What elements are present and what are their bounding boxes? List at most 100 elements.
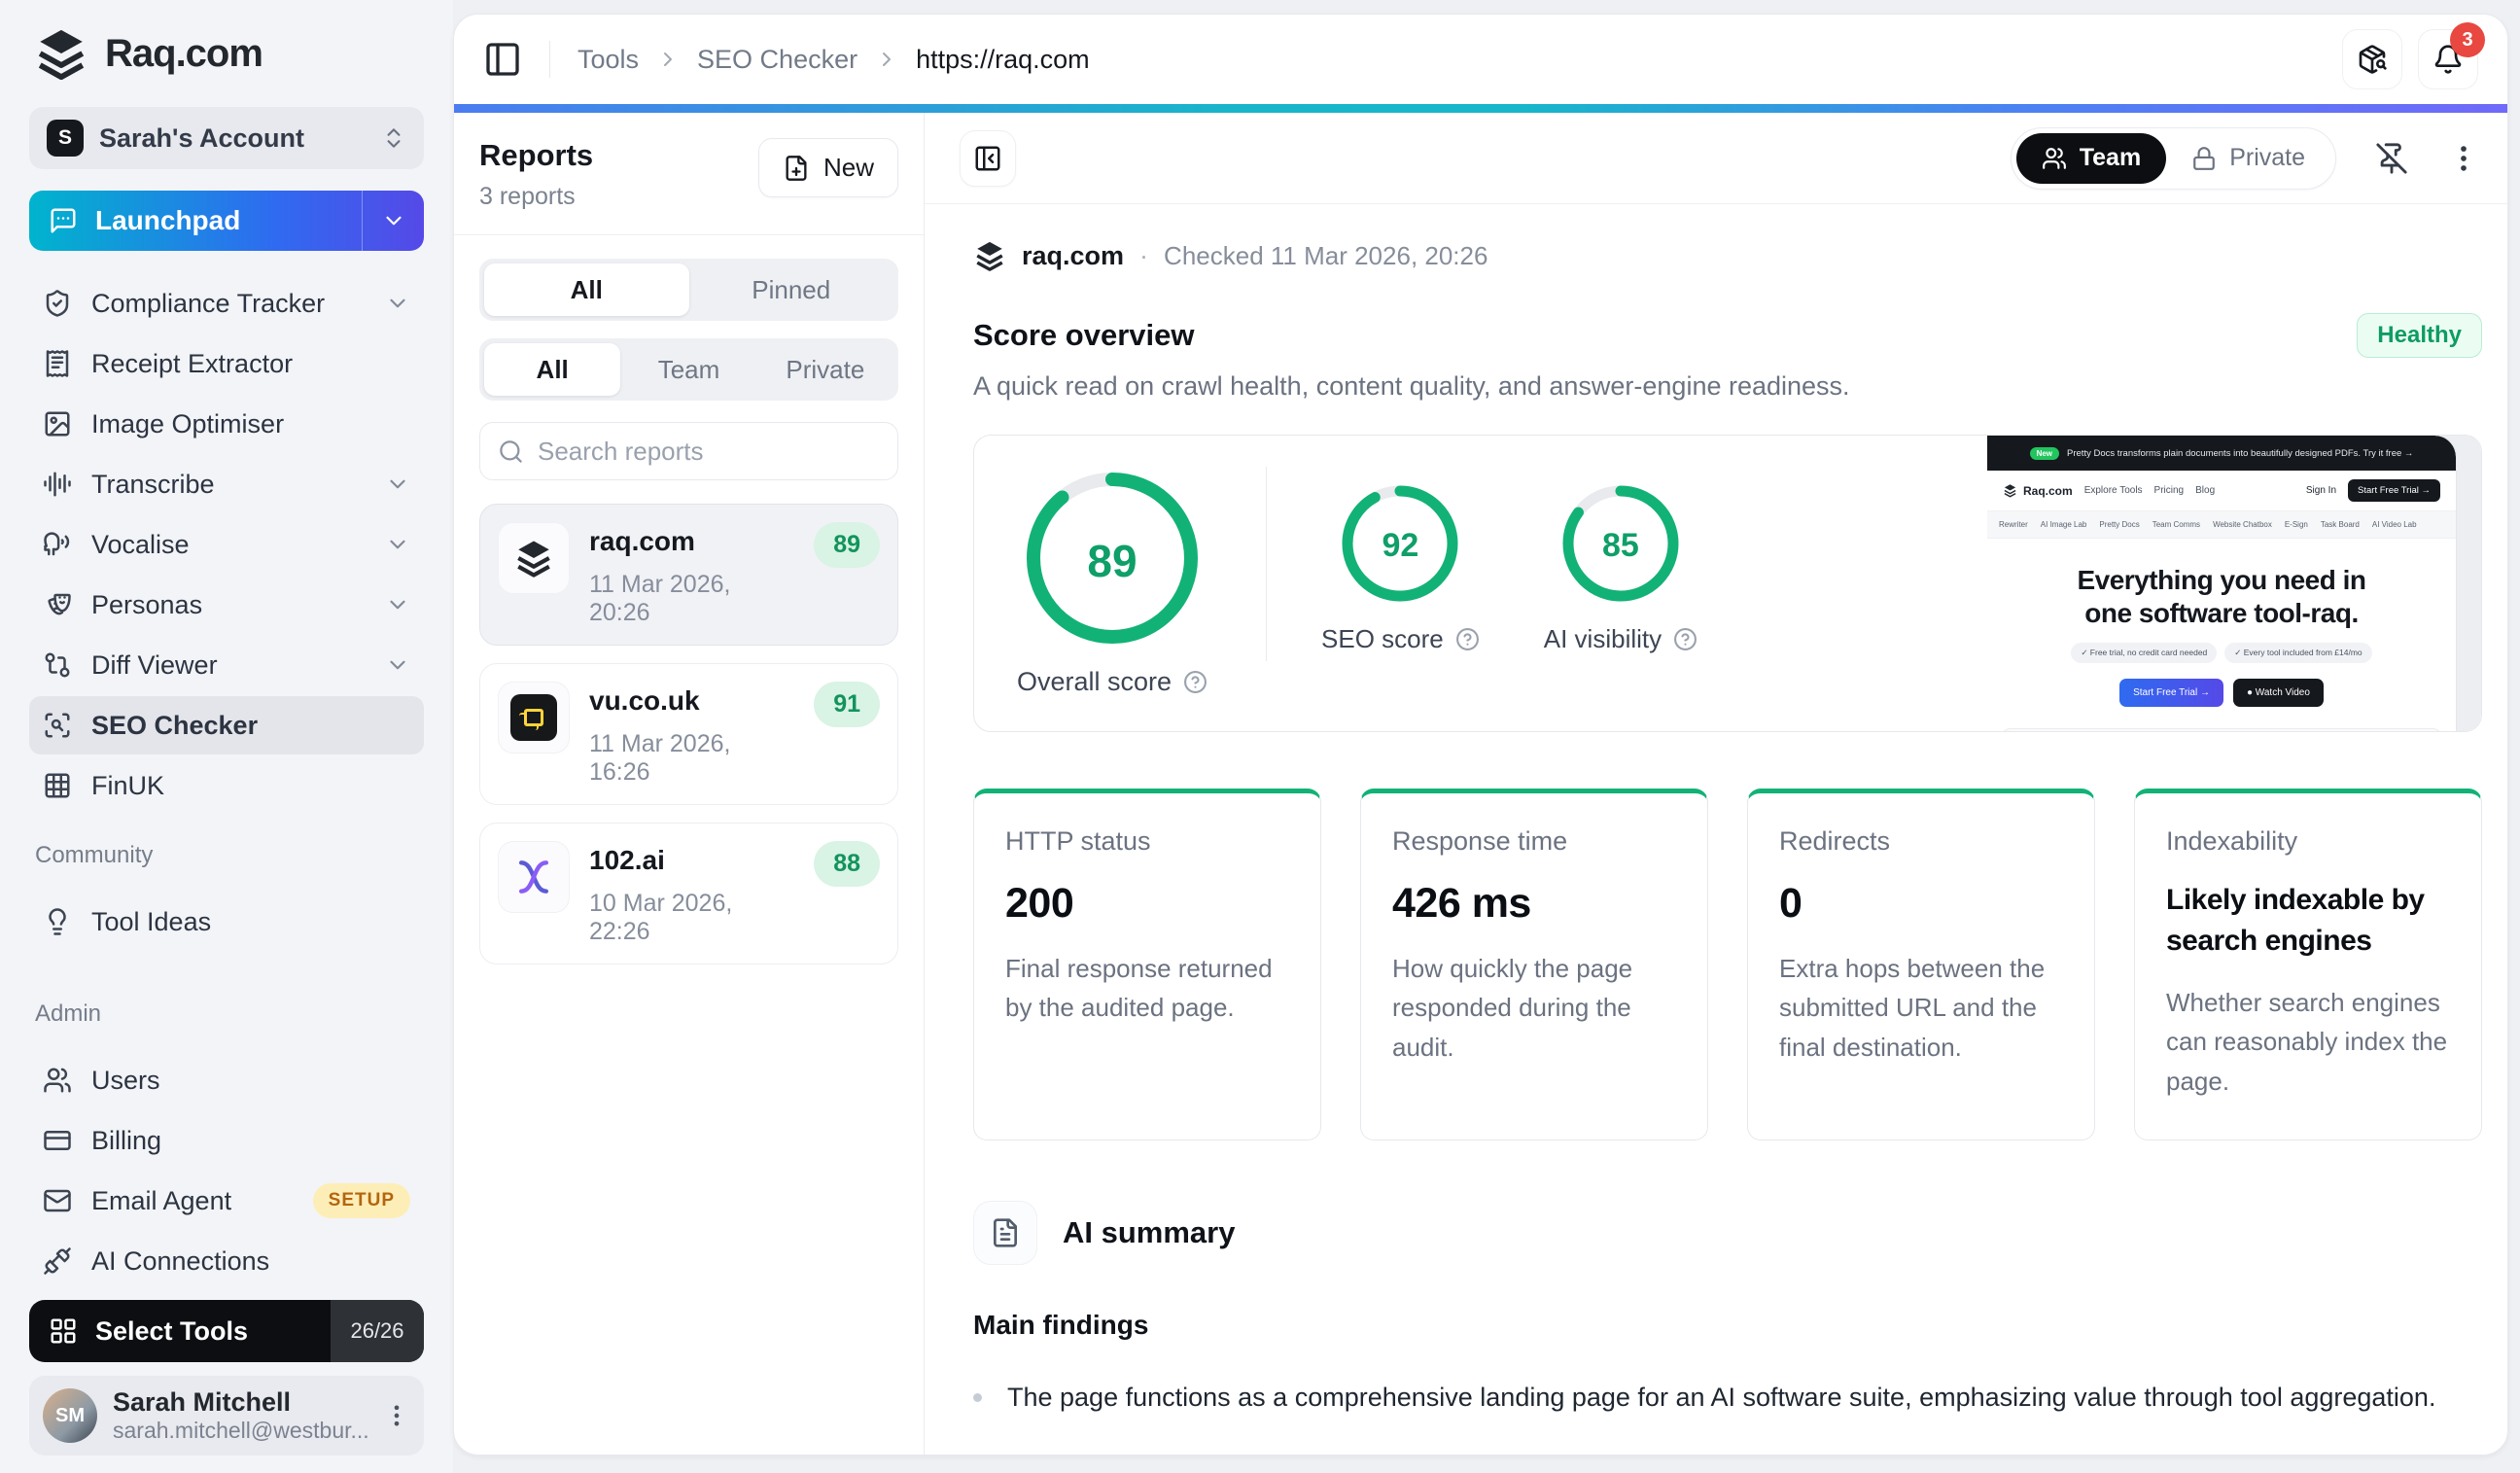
credit-card-icon xyxy=(43,1126,72,1155)
tab-scope-private[interactable]: Private xyxy=(757,343,893,396)
brand: Raq.com xyxy=(29,25,424,82)
launchpad-caret-button[interactable] xyxy=(362,191,424,251)
launchpad-button[interactable]: Launchpad xyxy=(29,191,424,251)
package-search-icon xyxy=(2357,44,2388,75)
tab-scope-all[interactable]: All xyxy=(484,343,620,396)
account-switcher[interactable]: S Sarah's Account xyxy=(29,107,424,169)
status-badge: Healthy xyxy=(2357,313,2482,358)
sidebar-item-tool-ideas[interactable]: Tool Ideas xyxy=(29,893,424,951)
visibility-private-button[interactable]: Private xyxy=(2166,133,2330,184)
sidebar: Raq.com S Sarah's Account Launchpad Comp… xyxy=(0,0,453,1473)
user-card[interactable]: SM Sarah Mitchell sarah.mitchell@westbur… xyxy=(29,1376,424,1455)
tab-scope-team[interactable]: Team xyxy=(620,343,756,396)
thumbnail-nav: Raq.com Explore Tools Pricing Blog Sign … xyxy=(1987,471,2456,511)
sidebar-toggle-icon[interactable] xyxy=(483,40,522,79)
unplug-icon xyxy=(43,1246,72,1276)
sidebar-item-transcribe[interactable]: Transcribe xyxy=(29,455,424,513)
thumb-signin: Sign In xyxy=(2306,485,2336,496)
report-score-badge: 88 xyxy=(814,841,880,887)
finding-item: The page functions as a comprehensive la… xyxy=(973,1380,2482,1417)
sidebar-item-billing[interactable]: Billing xyxy=(29,1111,424,1170)
grid-table-icon xyxy=(43,771,72,800)
report-scroll-area[interactable]: raq.com · Checked 11 Mar 2026, 20:26 Sco… xyxy=(925,204,2507,1455)
sidebar-item-compliance-tracker[interactable]: Compliance Tracker xyxy=(29,274,424,333)
audio-lines-icon xyxy=(43,470,72,499)
overall-score-value: 89 xyxy=(1024,470,1201,651)
seo-score-ring: 92 SEO score xyxy=(1321,483,1480,654)
score-card: 89 Overall score xyxy=(973,435,2482,732)
breadcrumb-seo-checker[interactable]: SEO Checker xyxy=(697,45,858,75)
thumbnail-hero: Everything you need in one software tool… xyxy=(1987,564,2456,629)
thumbnail-brand: Raq.com xyxy=(2003,483,2073,498)
102ai-logo-icon xyxy=(512,856,555,898)
site-screenshot-thumbnail: New Pretty Docs transforms plain documen… xyxy=(1987,436,2481,731)
main-findings-heading: Main findings xyxy=(973,1310,2482,1341)
more-vertical-icon[interactable] xyxy=(383,1402,410,1429)
select-tools-count: 26/26 xyxy=(331,1300,424,1362)
site-row: raq.com · Checked 11 Mar 2026, 20:26 xyxy=(973,239,2482,272)
help-circle-icon[interactable] xyxy=(1673,627,1698,651)
thumbnail-banner: New Pretty Docs transforms plain documen… xyxy=(1987,436,2456,471)
git-compare-icon xyxy=(43,650,72,680)
sidebar-admin-nav: Users Billing Email Agent SETUP AI Conne… xyxy=(29,1051,424,1290)
sidebar-item-users[interactable]: Users xyxy=(29,1051,424,1109)
seo-score-label: SEO score xyxy=(1321,624,1480,654)
search-reports-input[interactable] xyxy=(538,437,880,467)
sidebar-community-nav: Tool Ideas xyxy=(29,893,424,951)
tab-pinned[interactable]: Pinned xyxy=(689,263,894,316)
sidebar-item-email-agent[interactable]: Email Agent SETUP xyxy=(29,1172,424,1230)
new-report-button[interactable]: New xyxy=(758,138,898,197)
tab-all[interactable]: All xyxy=(484,263,689,316)
sidebar-tools-nav: Compliance Tracker Receipt Extractor Ima… xyxy=(29,274,424,815)
more-vertical-icon[interactable] xyxy=(2447,142,2480,175)
thumbnail-buttons: Start Free Trial → ● Watch Video xyxy=(1987,679,2456,707)
select-tools-button[interactable]: Select Tools 26/26 xyxy=(29,1300,424,1362)
report-item-102ai[interactable]: 102.ai 10 Mar 2026, 22:26 88 xyxy=(479,823,898,964)
help-circle-icon[interactable] xyxy=(1455,627,1480,651)
file-text-icon xyxy=(990,1217,1021,1248)
thumbnail-pills: ✓ Free trial, no credit card needed ✓ Ev… xyxy=(1987,643,2456,663)
overall-score-label: Overall score xyxy=(1017,667,1208,697)
report-meta: raq.com 11 Mar 2026, 20:26 xyxy=(589,522,794,627)
sidebar-item-diff-viewer[interactable]: Diff Viewer xyxy=(29,636,424,694)
report-item-raq[interactable]: raq.com 11 Mar 2026, 20:26 89 xyxy=(479,504,898,646)
score-overview-header: Score overview Healthy xyxy=(973,313,2482,358)
report-score-badge: 89 xyxy=(814,522,880,568)
progress-gradient-bar xyxy=(454,104,2507,113)
pin-off-icon[interactable] xyxy=(2375,142,2408,175)
thumb-nav-link: Pricing xyxy=(2154,485,2185,496)
tabs-scope: All Team Private xyxy=(479,338,898,401)
user-name: Sarah Mitchell xyxy=(113,1387,368,1418)
sidebar-item-personas[interactable]: Personas xyxy=(29,576,424,634)
sidebar-item-vocalise[interactable]: Vocalise xyxy=(29,515,424,574)
users-icon xyxy=(2042,146,2067,171)
ai-visibility-value: 85 xyxy=(1560,483,1681,609)
sidebar-item-finuk[interactable]: FinUK xyxy=(29,756,424,815)
notifications-button[interactable]: 3 xyxy=(2418,29,2478,89)
stat-card-http-status: HTTP status 200 Final response returned … xyxy=(973,789,1321,1140)
help-circle-icon[interactable] xyxy=(1183,670,1208,694)
score-overview-title: Score overview xyxy=(973,318,1194,353)
sidebar-item-image-optimiser[interactable]: Image Optimiser xyxy=(29,395,424,453)
stat-card-redirects: Redirects 0 Extra hops between the submi… xyxy=(1747,789,2095,1140)
thumbnail-tools-strip: Rewriter AI Image Lab Pretty Docs Team C… xyxy=(1987,511,2456,539)
chevron-down-icon xyxy=(385,472,410,497)
sidebar-item-receipt-extractor[interactable]: Receipt Extractor xyxy=(29,334,424,393)
report-meta: 102.ai 10 Mar 2026, 22:26 xyxy=(589,841,794,946)
report-item-vu[interactable]: vu.co.uk 11 Mar 2026, 16:26 91 xyxy=(479,663,898,805)
collapse-panel-button[interactable] xyxy=(960,130,1016,187)
report-favicon-tile xyxy=(498,841,570,913)
brand-logo-icon xyxy=(33,25,89,82)
sidebar-item-ai-connections[interactable]: AI Connections xyxy=(29,1232,424,1290)
tool-search-button[interactable] xyxy=(2342,29,2402,89)
sidebar-spacer xyxy=(29,951,424,1000)
visibility-team-button[interactable]: Team xyxy=(2016,133,2166,184)
user-avatar: SM xyxy=(43,1388,97,1443)
launchpad-main[interactable]: Launchpad xyxy=(29,205,362,236)
sidebar-item-seo-checker[interactable]: SEO Checker xyxy=(29,696,424,754)
select-tools-main[interactable]: Select Tools xyxy=(29,1316,331,1347)
account-label: Sarah's Account xyxy=(99,123,366,154)
chevron-down-icon xyxy=(385,652,410,678)
banner-text: Pretty Docs transforms plain documents i… xyxy=(2067,448,2413,459)
breadcrumb-tools[interactable]: Tools xyxy=(578,45,639,75)
